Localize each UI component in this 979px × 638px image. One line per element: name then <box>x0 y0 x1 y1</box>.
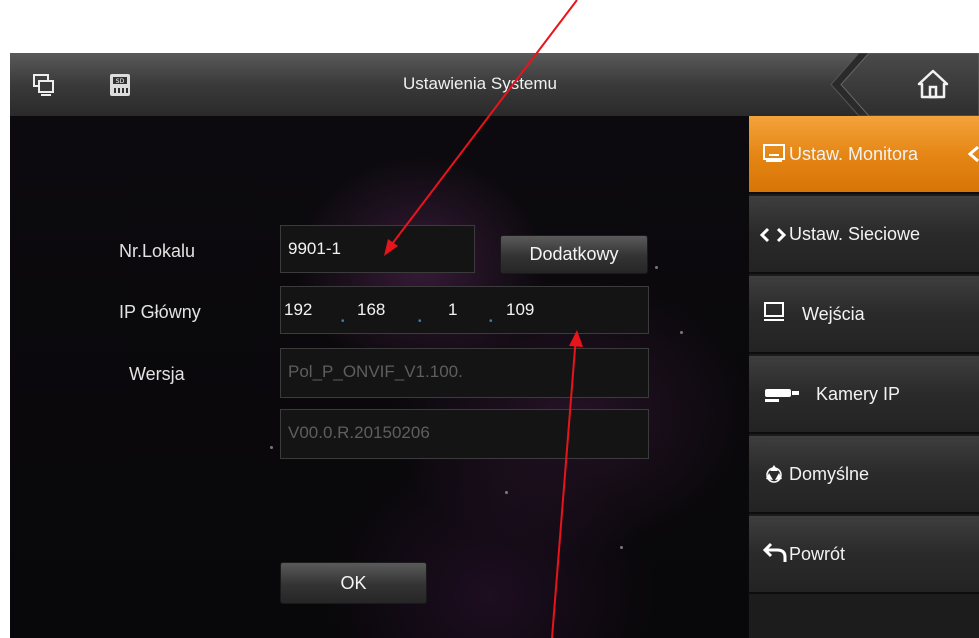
home-icon <box>917 69 949 104</box>
monitor-icon <box>763 301 785 328</box>
sidebar-item-label: Powrót <box>789 544 846 564</box>
room-number-label: Nr.Lokalu <box>119 241 196 261</box>
version-line-1: Pol_P_ONVIF_V1.100. <box>280 348 649 398</box>
version-label: Wersja <box>129 364 185 384</box>
title-bar: SD Ustawienia Systemu <box>10 53 979 117</box>
sidebar-item-label: Ustaw. Monitora <box>789 144 919 164</box>
ip-octet-3[interactable]: 1 <box>448 287 457 333</box>
network-arrows-icon <box>759 227 789 248</box>
sidebar-item-inputs[interactable]: Wejścia <box>749 276 979 354</box>
page-title: Ustawienia Systemu <box>402 74 557 93</box>
camera-icon <box>763 386 801 409</box>
device-screen: SD Ustawienia Systemu Nr.Lokalu 9901-1 D… <box>10 53 979 638</box>
sidebar-item-label: Wejścia <box>802 304 865 324</box>
ip-label: IP Główny <box>119 302 201 322</box>
advanced-button[interactable]: Dodatkowy <box>500 235 648 274</box>
sidebar-item-label: Ustaw. Sieciowe <box>789 224 921 244</box>
ip-octet-1[interactable]: 192 <box>284 287 312 333</box>
chevron-left-icon <box>967 145 979 168</box>
home-button[interactable] <box>829 53 979 117</box>
sidebar-item-monitor-settings[interactable]: Ustaw. Monitora <box>749 116 979 194</box>
recycle-icon <box>763 463 785 490</box>
sidebar-item-network-settings[interactable]: Ustaw. Sieciowe <box>749 196 979 274</box>
ok-button[interactable]: OK <box>280 562 427 604</box>
version-line-2: V00.0.R.20150206 <box>280 409 649 459</box>
monitor-icon <box>763 144 785 169</box>
sidebar-menu: Ustaw. Monitora Ustaw. Sieciowe Wejścia … <box>748 116 979 638</box>
back-arrow-icon <box>762 542 787 569</box>
sidebar-item-ip-cameras[interactable]: Kamery IP <box>749 356 979 434</box>
settings-panel: Nr.Lokalu 9901-1 Dodatkowy IP Główny 192… <box>10 116 748 638</box>
sidebar-item-label: Domyślne <box>789 464 870 484</box>
ip-address-field[interactable]: 192 • 168 • 1 • 109 <box>280 286 649 334</box>
sidebar-item-back[interactable]: Powrót <box>749 516 979 594</box>
sidebar-item-defaults[interactable]: Domyślne <box>749 436 979 514</box>
sidebar-item-label: Kamery IP <box>816 384 901 404</box>
ip-octet-2[interactable]: 168 <box>357 287 385 333</box>
ip-octet-4[interactable]: 109 <box>506 287 534 333</box>
room-number-field[interactable]: 9901-1 <box>280 225 475 273</box>
